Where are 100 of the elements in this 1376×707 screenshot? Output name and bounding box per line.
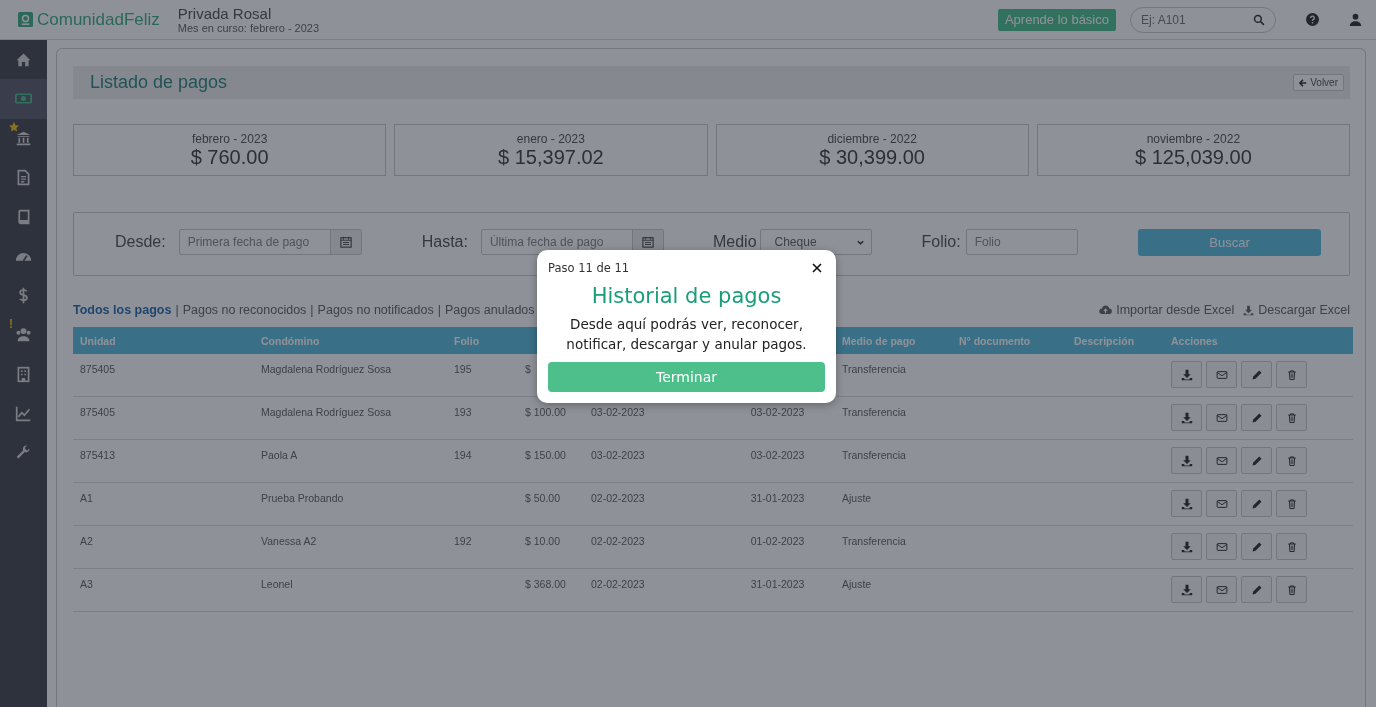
trash-icon bbox=[1285, 454, 1298, 467]
learn-basics-button[interactable]: Aprende lo básico bbox=[997, 8, 1116, 31]
table-cell: Leonel bbox=[261, 578, 293, 590]
line-chart-icon bbox=[15, 404, 32, 422]
import-excel-link[interactable]: Importar desde Excel bbox=[1099, 303, 1235, 317]
building-icon bbox=[15, 365, 32, 383]
column-header: Medio de pago bbox=[835, 327, 952, 354]
calendar-icon[interactable] bbox=[641, 236, 654, 248]
table-cell: Prueba Probando bbox=[261, 492, 344, 504]
sidebar-item[interactable]: ! bbox=[0, 315, 47, 355]
filter-tab[interactable]: Pagos no reconocidos bbox=[182, 303, 307, 317]
filter-tab[interactable]: Pagos no notificados bbox=[317, 303, 434, 317]
table-cell: Transferencia bbox=[842, 406, 906, 418]
table-cell: 01-02-2023 bbox=[750, 535, 805, 547]
table-cell: $ 150.00 bbox=[525, 449, 567, 461]
download-button[interactable] bbox=[1171, 447, 1202, 474]
trash-icon bbox=[1285, 368, 1298, 381]
table-cell: Vanessa A2 bbox=[261, 535, 317, 547]
download-button[interactable] bbox=[1171, 576, 1202, 603]
trash-icon bbox=[1285, 583, 1298, 596]
download-icon bbox=[1180, 454, 1193, 467]
edit-button[interactable] bbox=[1241, 447, 1272, 474]
step-counter: Paso 11 de 11 bbox=[548, 261, 630, 275]
download-button[interactable] bbox=[1171, 490, 1202, 517]
pencil-icon bbox=[1250, 454, 1263, 467]
email-button[interactable] bbox=[1206, 533, 1237, 560]
delete-button[interactable] bbox=[1276, 576, 1307, 603]
table-cell: A3 bbox=[80, 578, 93, 590]
filter-tab[interactable]: Todos los pagos bbox=[73, 303, 172, 317]
users-icon bbox=[15, 326, 32, 344]
arrow-left-icon bbox=[1299, 78, 1308, 87]
back-button[interactable]: Volver bbox=[1293, 74, 1344, 91]
logo-text[interactable]: ComunidadFeliz bbox=[37, 9, 160, 30]
table-cell-text: $ 50.00 bbox=[525, 492, 562, 504]
email-button[interactable] bbox=[1206, 404, 1237, 431]
email-button[interactable] bbox=[1206, 447, 1237, 474]
period-label: febrero - 2023 bbox=[191, 131, 268, 146]
amount-total: $ 125,039.00 bbox=[1135, 145, 1252, 169]
search-field[interactable]: Ej: A101 bbox=[1141, 12, 1253, 27]
download-excel-link[interactable]: Descargar Excel bbox=[1243, 303, 1350, 317]
email-button[interactable] bbox=[1206, 361, 1237, 388]
finish-button[interactable]: Terminar bbox=[548, 362, 825, 392]
edit-button[interactable] bbox=[1241, 361, 1272, 388]
period-label: diciembre - 2022 bbox=[827, 131, 917, 146]
calendar-icon[interactable] bbox=[339, 236, 352, 248]
table-cell: Transferencia bbox=[842, 535, 906, 547]
tour-title: Historial de pagos bbox=[590, 284, 783, 308]
table-cell: $ 100.00 bbox=[525, 406, 567, 418]
pencil-icon bbox=[1250, 368, 1263, 381]
download-button[interactable] bbox=[1171, 533, 1202, 560]
column-header: Unidad bbox=[73, 327, 254, 354]
user-icon[interactable] bbox=[1349, 13, 1362, 26]
pencil-icon bbox=[1250, 497, 1263, 510]
date-picker[interactable]: Primera fecha de pago bbox=[178, 229, 362, 255]
edit-button[interactable] bbox=[1241, 490, 1272, 517]
filter-tab[interactable]: Pagos anulados bbox=[444, 303, 535, 317]
edit-button[interactable] bbox=[1241, 533, 1272, 560]
table-cell: Magdalena Rodríguez Sosa bbox=[261, 363, 392, 375]
table-cell: 02-02-2023 bbox=[591, 535, 645, 547]
table-cell: 03-02-2023 bbox=[750, 449, 805, 461]
table-cell: 194 bbox=[454, 449, 472, 461]
table-cell: 03-02-2023 bbox=[750, 406, 805, 418]
book-icon bbox=[15, 208, 32, 226]
delete-button[interactable] bbox=[1276, 533, 1307, 560]
table-cell: Transferencia bbox=[842, 449, 906, 461]
delete-button[interactable] bbox=[1276, 361, 1307, 388]
delete-button[interactable] bbox=[1276, 404, 1307, 431]
mail-icon bbox=[1215, 368, 1228, 381]
mail-icon bbox=[1215, 583, 1228, 596]
table-cell: 02-02-2023 bbox=[591, 578, 645, 590]
column-header: Folio bbox=[447, 327, 507, 354]
logo-icon bbox=[18, 12, 33, 27]
download-button[interactable] bbox=[1171, 361, 1202, 388]
pencil-icon bbox=[1250, 540, 1263, 553]
mail-icon bbox=[1215, 497, 1228, 510]
delete-button[interactable] bbox=[1276, 490, 1307, 517]
download-button[interactable] bbox=[1171, 404, 1202, 431]
date-field[interactable]: Última fecha de pago bbox=[481, 230, 632, 254]
folio-field[interactable]: Folio bbox=[966, 230, 1077, 254]
search-button[interactable]: Buscar bbox=[1138, 228, 1321, 256]
trash-icon bbox=[1285, 411, 1298, 424]
email-button[interactable] bbox=[1206, 576, 1237, 603]
table-cell: 193 bbox=[454, 406, 472, 418]
table-cell: A1 bbox=[80, 492, 93, 504]
download-icon bbox=[1180, 368, 1193, 381]
help-icon[interactable] bbox=[1306, 13, 1319, 26]
page-title: Listado de pagos bbox=[90, 72, 228, 93]
separator: | bbox=[437, 303, 441, 317]
method-label: Medio bbox=[712, 233, 757, 251]
amount-total: $ 30,399.00 bbox=[819, 145, 925, 169]
download-icon bbox=[1180, 540, 1193, 553]
date-field[interactable]: Primera fecha de pago bbox=[179, 230, 330, 254]
search-icon[interactable] bbox=[1253, 13, 1265, 26]
email-button[interactable] bbox=[1206, 490, 1237, 517]
delete-button[interactable] bbox=[1276, 447, 1307, 474]
to-label: Hasta: bbox=[421, 233, 468, 251]
edit-button[interactable] bbox=[1241, 576, 1272, 603]
period-label: enero - 2023 bbox=[516, 131, 585, 146]
trash-icon bbox=[1285, 540, 1298, 553]
edit-button[interactable] bbox=[1241, 404, 1272, 431]
